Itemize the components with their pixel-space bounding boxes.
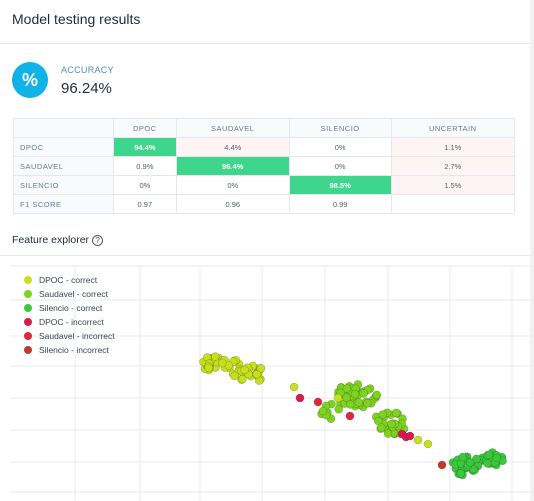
matrix-row-label: SILENCIO (13, 175, 114, 195)
scatter-point[interactable] (230, 371, 239, 381)
matrix-column-header: SAUDAVEL (175, 118, 290, 138)
scatter-point[interactable] (350, 389, 360, 399)
matrix-cell: 94.4% (113, 137, 177, 157)
matrix-cell: 0.99 (288, 194, 392, 214)
scatter-point[interactable] (334, 405, 344, 414)
percent-icon: % (12, 62, 48, 98)
page-title: Model testing results (12, 11, 141, 27)
legend-label: Saudavel - correct (39, 289, 108, 299)
matrix-row-label: SAUDAVEL (13, 156, 114, 176)
matrix-cell: 0% (113, 175, 177, 195)
matrix-cell: 1.1% (390, 137, 515, 157)
scatter-point[interactable] (372, 390, 382, 400)
matrix-corner (13, 118, 114, 138)
scatter-point[interactable] (333, 393, 343, 403)
matrix-cell: 0% (288, 137, 392, 157)
legend-dot-icon (24, 332, 32, 340)
scatter-point[interactable] (391, 408, 401, 418)
scatter-point[interactable] (252, 370, 262, 379)
scatter-point[interactable] (423, 439, 433, 449)
scatter-point[interactable] (211, 352, 220, 361)
matrix-cell: 0.97 (113, 194, 177, 214)
scatter-point[interactable] (345, 411, 355, 421)
matrix-row: SILENCIO 0% 0% 98.5% 1.5% (13, 175, 515, 195)
legend-dot-icon (24, 346, 32, 354)
matrix-cell: 4.4% (175, 137, 290, 157)
legend-item[interactable]: Silencio - correct (24, 301, 115, 315)
matrix-cell: 0% (288, 156, 392, 176)
scatter-point[interactable] (492, 453, 502, 463)
scatter-point[interactable] (377, 423, 386, 432)
scatter-point[interactable] (437, 460, 447, 470)
feature-explorer-label: Feature explorer (12, 234, 90, 246)
scatter-point[interactable] (359, 389, 368, 398)
scatter-point[interactable] (318, 406, 328, 416)
accuracy-value: 96.24% (61, 80, 112, 97)
legend-label: Silencio - correct (39, 303, 103, 313)
matrix-column-header: SILENCIO (288, 118, 392, 138)
scrollbar[interactable] (530, 0, 534, 501)
matrix-column-header: UNCERTAIN (390, 118, 515, 138)
scatter-point[interactable] (484, 450, 494, 459)
legend-label: Silencio - incorrect (39, 345, 109, 355)
matrix-f1-row: F1 SCORE 0.97 0.96 0.99 (13, 194, 515, 214)
legend-label: DPOC - incorrect (39, 317, 104, 327)
matrix-row: SAUDAVEL 0.9% 96.4% 0% 2.7% (13, 156, 515, 176)
matrix-header-row: DPOC SAUDAVEL SILENCIO UNCERTAIN (13, 118, 515, 138)
legend-dot-icon (24, 276, 32, 284)
legend-dot-icon (24, 290, 32, 298)
matrix-row: DPOC 94.4% 4.4% 0% 1.1% (13, 137, 515, 157)
scatter-point[interactable] (465, 458, 475, 467)
matrix-cell: 1.5% (390, 175, 515, 195)
legend-dot-icon (24, 304, 32, 312)
legend-item[interactable]: DPOC - correct (24, 273, 115, 287)
scatter-point[interactable] (313, 397, 323, 407)
matrix-cell: 98.5% (288, 175, 392, 195)
matrix-cell (390, 194, 515, 214)
legend-label: Saudavel - incorrect (39, 331, 115, 341)
scatter-point[interactable] (413, 435, 423, 445)
legend-item[interactable]: DPOC - incorrect (24, 315, 115, 329)
legend-dot-icon (24, 318, 32, 326)
matrix-cell: 2.7% (390, 156, 515, 176)
scatter-point[interactable] (289, 382, 299, 392)
feature-explorer-title: Feature explorer? (12, 234, 104, 246)
scatter-point[interactable] (240, 365, 249, 375)
matrix-row-label: F1 SCORE (13, 194, 114, 214)
legend-item[interactable]: Saudavel - correct (24, 287, 115, 301)
legend-item[interactable]: Saudavel - incorrect (24, 329, 115, 343)
scatter-point[interactable] (218, 358, 227, 368)
matrix-column-header: DPOC (113, 118, 177, 138)
accuracy-label: ACCURACY (61, 65, 114, 75)
scatter-point[interactable] (295, 393, 305, 403)
scatter-point[interactable] (363, 399, 372, 408)
matrix-row-label: DPOC (13, 137, 114, 157)
panel-header: Model testing results (0, 0, 534, 44)
matrix-cell: 0% (175, 175, 290, 195)
scatter-point[interactable] (458, 452, 468, 462)
model-testing-panel: Model testing results % ACCURACY 96.24% … (0, 0, 534, 501)
scatter-point[interactable] (405, 431, 415, 441)
plot-legend: DPOC - correct Saudavel - correct Silenc… (24, 273, 115, 357)
matrix-cell: 0.9% (113, 156, 177, 176)
scatter-point[interactable] (204, 363, 213, 373)
confusion-matrix: DPOC SAUDAVEL SILENCIO UNCERTAIN DPOC 94… (13, 118, 515, 214)
scatter-point[interactable] (354, 398, 364, 407)
matrix-cell: 96.4% (175, 156, 290, 176)
scatter-point[interactable] (387, 419, 396, 429)
legend-label: DPOC - correct (39, 275, 98, 285)
scatter-point[interactable] (456, 469, 466, 478)
scatter-point[interactable] (383, 429, 393, 438)
legend-item[interactable]: Silencio - incorrect (24, 343, 115, 357)
scatter-point[interactable] (345, 400, 355, 409)
help-icon[interactable]: ? (92, 234, 104, 246)
matrix-cell: 0.96 (175, 194, 290, 214)
